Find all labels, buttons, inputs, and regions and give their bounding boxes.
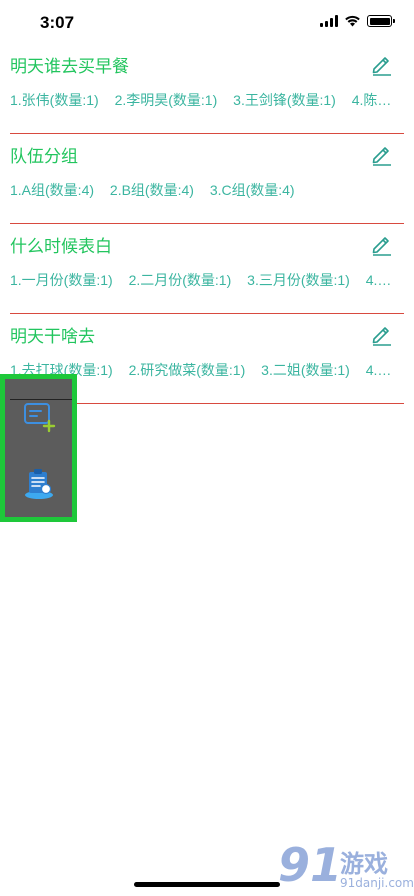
cellular-signal-icon <box>320 15 338 27</box>
clipboard-list-icon[interactable] <box>22 466 56 500</box>
watermark-logo: 91 <box>278 838 343 892</box>
group-items: 1.一月份(数量:1) 2.二月份(数量:1) 3.三月份(数量:1) 4.… <box>10 270 404 290</box>
group-item: 3.C组(数量:4) <box>209 182 295 198</box>
edit-pencil-icon[interactable] <box>370 142 394 166</box>
group-title: 什么时候表白 <box>10 237 112 256</box>
edit-pencil-icon[interactable] <box>370 52 394 76</box>
group-item: 1.A组(数量:4) <box>10 182 95 198</box>
battery-icon <box>367 15 395 27</box>
status-icons <box>320 15 395 27</box>
list-item[interactable]: 明天谁去买早餐 1.张伟(数量:1) 2.李明昊(数量:1) 3.王剑锋(数量:… <box>10 44 404 134</box>
watermark-text: 游戏 <box>340 850 388 878</box>
group-title: 明天干啥去 <box>10 327 95 346</box>
group-title: 明天谁去买早餐 <box>10 57 129 76</box>
group-items: 1.A组(数量:4) 2.B组(数量:4) 3.C组(数量:4) <box>10 180 404 200</box>
home-indicator[interactable] <box>134 882 280 887</box>
group-item: 2.B组(数量:4) <box>109 182 194 198</box>
watermark: 91 游戏 91danji.com <box>278 838 414 896</box>
status-bar: 3:07 <box>0 0 414 44</box>
group-list: 明天谁去买早餐 1.张伟(数量:1) 2.李明昊(数量:1) 3.王剑锋(数量:… <box>10 44 404 404</box>
status-time: 3:07 <box>40 13 75 32</box>
edit-pencil-icon[interactable] <box>370 322 394 346</box>
floating-menu <box>0 374 77 522</box>
group-items: 1.张伟(数量:1) 2.李明昊(数量:1) 3.王剑锋(数量:1) 4.陈… <box>10 90 404 110</box>
group-item: 3.三月份(数量:1) <box>247 272 350 288</box>
group-item: 1.张伟(数量:1) <box>10 92 99 108</box>
group-item: 1.一月份(数量:1) <box>10 272 113 288</box>
list-item[interactable]: 什么时候表白 1.一月份(数量:1) 2.二月份(数量:1) 3.三月份(数量:… <box>10 224 404 314</box>
floating-menu-panel <box>5 379 72 517</box>
watermark-url: 91danji.com <box>340 876 414 890</box>
list-item[interactable]: 队伍分组 1.A组(数量:4) 2.B组(数量:4) 3.C组(数量:4) <box>10 134 404 224</box>
group-item: 4.陈… <box>351 92 392 108</box>
group-item: 4.… <box>365 272 392 288</box>
group-title: 队伍分组 <box>10 147 78 166</box>
edit-pencil-icon[interactable] <box>370 232 394 256</box>
add-note-icon[interactable] <box>22 399 56 433</box>
group-item: 3.王剑锋(数量:1) <box>233 92 336 108</box>
group-item: 3.二姐(数量:1) <box>261 362 350 378</box>
group-item: 2.李明昊(数量:1) <box>114 92 218 108</box>
wifi-icon <box>345 15 360 27</box>
group-item: 4.… <box>365 362 392 378</box>
group-item: 2.二月份(数量:1) <box>128 272 232 288</box>
group-item: 2.研究做菜(数量:1) <box>128 362 246 378</box>
